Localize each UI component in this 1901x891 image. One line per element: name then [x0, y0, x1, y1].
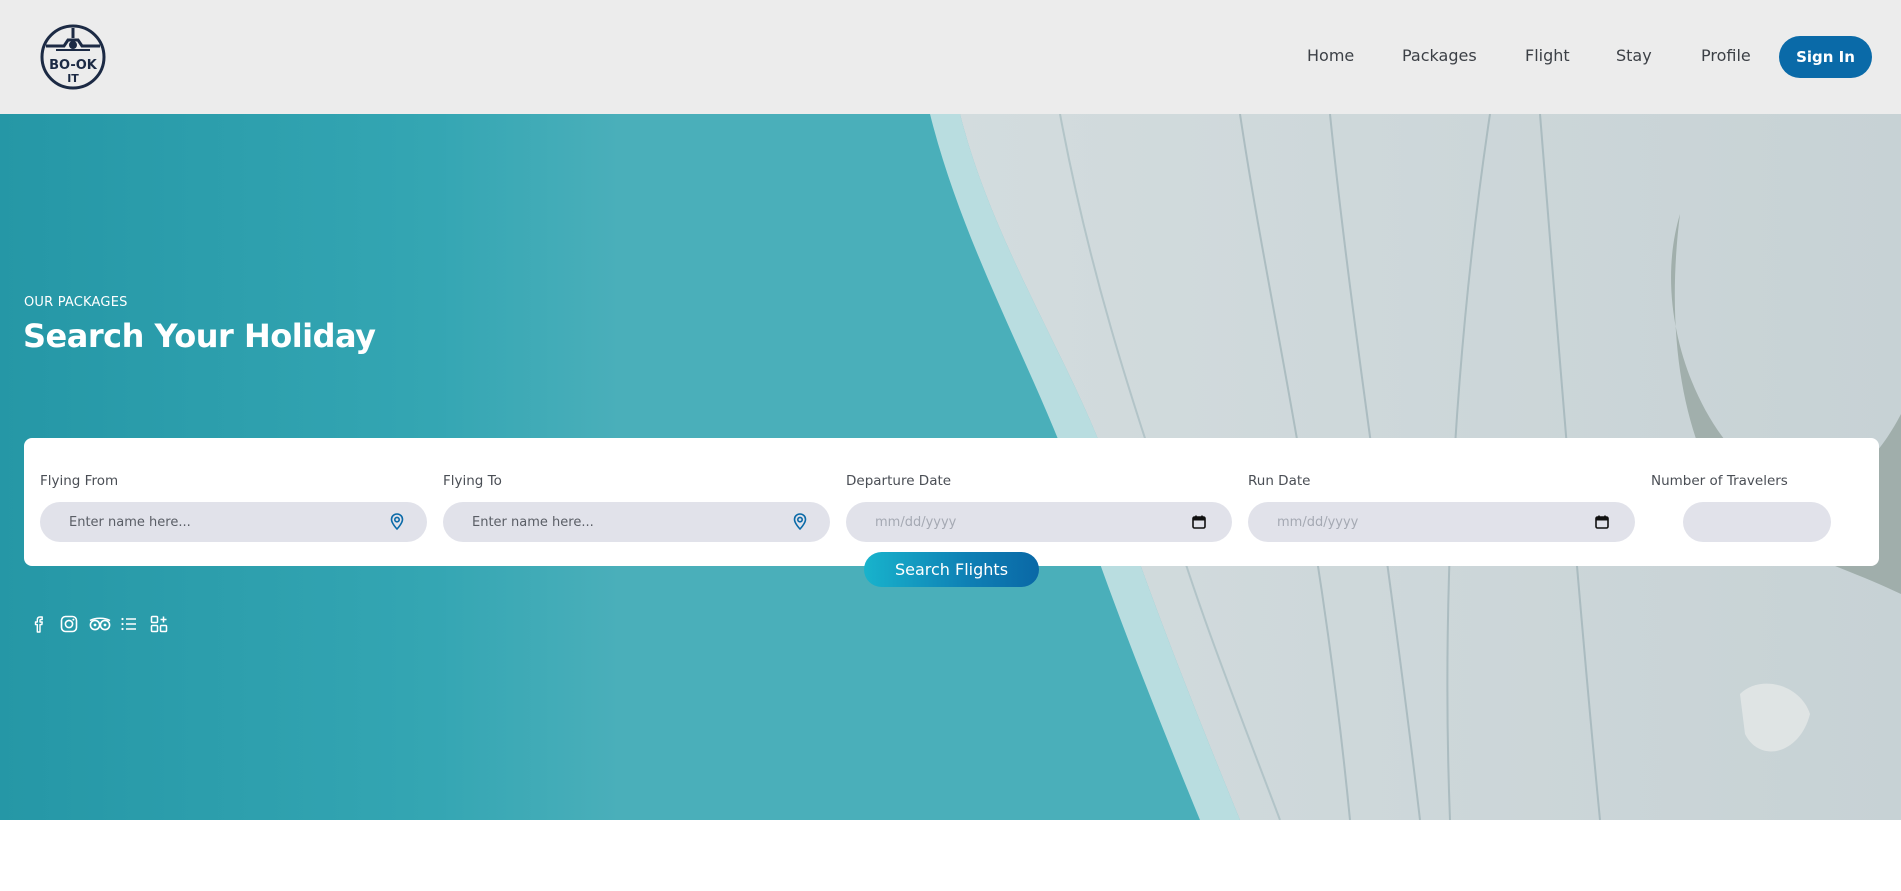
- nav-flight[interactable]: Flight: [1525, 46, 1570, 65]
- list-icon[interactable]: [118, 613, 140, 635]
- sign-in-button[interactable]: Sign In: [1779, 36, 1872, 78]
- departure-date-label: Departure Date: [846, 473, 952, 489]
- map-pin-icon: [390, 513, 404, 531]
- svg-text:IT: IT: [67, 72, 79, 85]
- instagram-icon[interactable]: [58, 613, 80, 635]
- map-pin-icon: [793, 513, 807, 531]
- calendar-icon[interactable]: [1592, 512, 1612, 532]
- nav-packages[interactable]: Packages: [1402, 46, 1477, 65]
- flying-from-label: Flying From: [40, 473, 119, 489]
- nav-stay[interactable]: Stay: [1616, 46, 1652, 65]
- travelers-label: Number of Travelers: [1651, 473, 1788, 489]
- flying-from-input[interactable]: Enter name here...: [40, 502, 427, 542]
- tripadvisor-icon[interactable]: [87, 613, 113, 635]
- calendar-icon[interactable]: [1189, 512, 1209, 532]
- hero-title: Search Your Holiday: [23, 317, 376, 355]
- facebook-icon[interactable]: [28, 613, 50, 635]
- departure-date-placeholder: mm/dd/yyyy: [875, 514, 957, 530]
- flying-to-placeholder: Enter name here...: [472, 514, 594, 530]
- search-flights-button[interactable]: Search Flights: [864, 552, 1039, 587]
- flying-to-input[interactable]: Enter name here...: [443, 502, 830, 542]
- page-below-hero: [0, 820, 1901, 891]
- flying-from-placeholder: Enter name here...: [69, 514, 191, 530]
- run-date-label: Run Date: [1248, 473, 1311, 489]
- run-date-input[interactable]: mm/dd/yyyy: [1248, 502, 1635, 542]
- travelers-input[interactable]: [1683, 502, 1831, 542]
- logo-emblem-icon: BO-OK IT: [40, 24, 106, 90]
- nav-home[interactable]: Home: [1307, 46, 1354, 65]
- run-date-placeholder: mm/dd/yyyy: [1277, 514, 1359, 530]
- apps-icon[interactable]: [148, 613, 170, 635]
- hero-eyebrow: OUR PACKAGES: [24, 295, 128, 310]
- svg-text:BO-OK: BO-OK: [49, 58, 98, 73]
- departure-date-input[interactable]: mm/dd/yyyy: [846, 502, 1232, 542]
- nav-profile[interactable]: Profile: [1701, 46, 1751, 65]
- flying-to-label: Flying To: [443, 473, 502, 489]
- brand-logo[interactable]: BO-OK IT: [38, 24, 108, 90]
- site-header: BO-OK IT Home Packages Flight Stay Profi…: [0, 0, 1901, 114]
